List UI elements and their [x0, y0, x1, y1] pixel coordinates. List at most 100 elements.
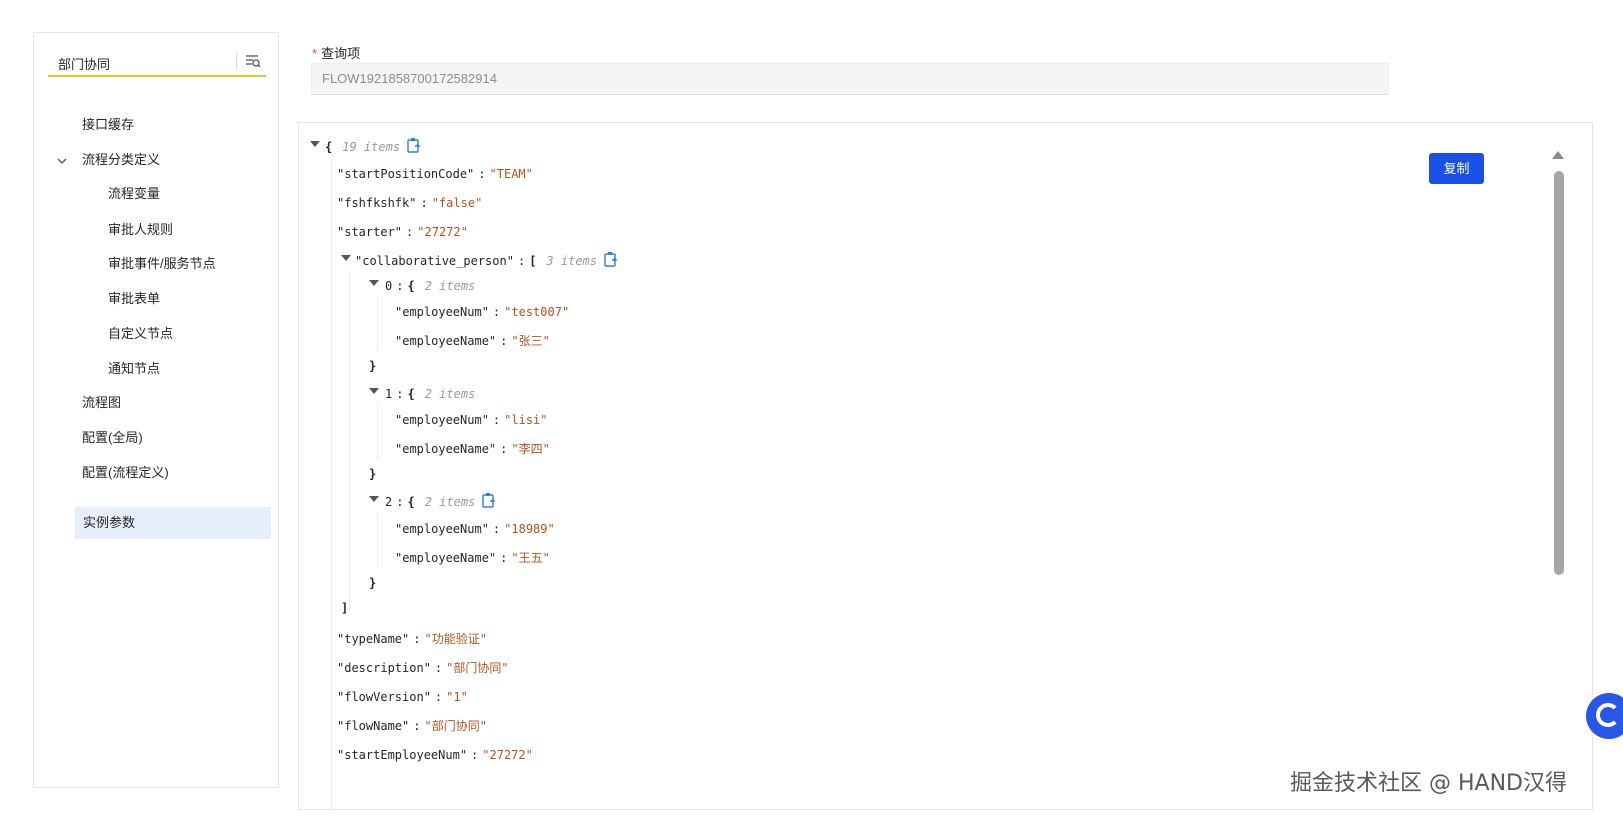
json-value: "部门协同": [424, 719, 487, 733]
sidebar-item-interface-cache[interactable]: 接口缓存: [74, 109, 272, 141]
json-row: "collaborative_person":[3 items: [355, 250, 619, 272]
brace: {: [407, 495, 415, 509]
collapse-triangle-icon[interactable]: [341, 255, 351, 261]
brace: }: [369, 467, 377, 481]
filter-list-icon[interactable]: [244, 52, 262, 70]
json-colon: :: [492, 522, 501, 536]
json-key: "flowName": [337, 719, 410, 733]
query-input[interactable]: FLOW1921858700172582914: [311, 63, 1389, 95]
sidebar-search-input[interactable]: 部门协同: [48, 47, 266, 77]
json-row: "employeeName": "张三": [395, 330, 550, 352]
json-value: "27272": [482, 748, 533, 762]
sidebar-item-flow-variables[interactable]: 流程变量: [100, 178, 272, 210]
sidebar-item-approval-form[interactable]: 审批表单: [100, 283, 272, 315]
json-value: "1": [446, 690, 468, 704]
indent-guide: [331, 159, 332, 809]
collapse-triangle-icon[interactable]: [369, 280, 379, 286]
item-count: 3 items: [546, 254, 597, 268]
sidebar-item-instance-params[interactable]: 实例参数: [75, 507, 271, 539]
json-row: "starter": "27272": [337, 221, 468, 243]
query-label-text: 查询项: [321, 46, 361, 61]
json-colon: :: [500, 551, 508, 565]
json-row: }: [369, 463, 376, 485]
json-value: "李四": [511, 442, 550, 456]
json-key: "employeeNum": [395, 522, 489, 536]
json-key: "collaborative_person": [355, 254, 514, 268]
json-colon: :: [500, 334, 508, 348]
sidebar-item-label: 实例参数: [83, 515, 136, 530]
json-colon: :: [413, 719, 421, 733]
indent-guide: [349, 271, 350, 611]
json-row: "employeeNum": "18989": [395, 518, 555, 540]
json-value: "18989": [504, 522, 555, 536]
json-key: "flowVersion": [337, 690, 431, 704]
sidebar-item-label: 自定义节点: [108, 326, 174, 341]
sidebar-item-label: 审批表单: [108, 291, 161, 306]
json-row: ]: [341, 597, 348, 619]
sidebar: 部门协同 接口缓存 流程分类定义 流程变量 审批人规则 审批事件/服务节点 审批…: [33, 32, 279, 788]
sidebar-item-flow-category[interactable]: 流程分类定义: [74, 144, 272, 176]
scroll-up-icon[interactable]: [1552, 151, 1564, 159]
collapse-triangle-icon[interactable]: [369, 388, 379, 394]
json-colon: :: [420, 196, 428, 210]
json-row: }: [369, 355, 376, 377]
sidebar-item-label: 流程分类定义: [82, 152, 161, 167]
collapse-triangle-icon[interactable]: [310, 141, 320, 147]
collapse-triangle-icon[interactable]: [369, 496, 379, 502]
sidebar-item-label: 配置(全局): [82, 430, 143, 445]
clipboard-icon[interactable]: [406, 137, 422, 153]
json-row: "flowVersion": "1": [337, 686, 468, 708]
json-colon: :: [396, 495, 404, 509]
chevron-down-icon[interactable]: [56, 155, 68, 167]
clipboard-icon[interactable]: [603, 251, 619, 267]
json-value: "27272": [417, 225, 468, 239]
sidebar-item-notify-node[interactable]: 通知节点: [100, 353, 272, 385]
sidebar-item-label: 审批人规则: [108, 222, 174, 237]
item-count: 2 items: [424, 495, 476, 509]
json-colon: :: [406, 225, 414, 239]
json-value: "lisi": [504, 413, 548, 427]
sidebar-item-custom-node[interactable]: 自定义节点: [100, 318, 272, 350]
indent-guide: [377, 404, 378, 459]
sidebar-item-label: 接口缓存: [82, 117, 135, 132]
clipboard-icon[interactable]: [481, 492, 497, 508]
json-key: "fshfkshfk": [337, 196, 417, 210]
brace: }: [369, 359, 377, 373]
sidebar-item-config-flow[interactable]: 配置(流程定义): [74, 457, 272, 489]
json-key: "employeeName": [395, 334, 497, 348]
json-row: "fshfkshfk": "false": [337, 192, 482, 214]
json-root: {19 items: [325, 136, 422, 158]
json-colon: :: [396, 387, 404, 401]
json-row: 1:{2 items: [385, 383, 475, 405]
sidebar-item-approver-rules[interactable]: 审批人规则: [100, 214, 272, 246]
json-key: "employeeName": [395, 551, 497, 565]
bracket: [: [529, 254, 537, 268]
json-row: }: [369, 572, 376, 594]
search-divider: [236, 53, 237, 69]
json-colon: :: [396, 279, 404, 293]
json-key: "typeName": [337, 632, 410, 646]
json-colon: :: [492, 305, 501, 319]
item-count: 2 items: [424, 387, 476, 401]
sidebar-item-approval-events[interactable]: 审批事件/服务节点: [100, 248, 272, 280]
sidebar-item-label: 流程图: [82, 395, 122, 410]
json-row: "employeeNum": "lisi": [395, 409, 548, 431]
json-row: 2:{2 items: [385, 491, 497, 513]
sidebar-item-label: 流程变量: [108, 186, 161, 201]
json-colon: :: [434, 661, 443, 675]
copy-button[interactable]: 复制: [1429, 153, 1484, 184]
brace: {: [407, 387, 415, 401]
sidebar-item-config-global[interactable]: 配置(全局): [74, 422, 272, 454]
required-mark: *: [312, 46, 318, 61]
indent-guide: [377, 296, 378, 351]
json-row: "employeeName": "李四": [395, 438, 550, 460]
json-row: "flowName": "部门协同": [337, 715, 487, 737]
json-value: "TEAM": [489, 167, 533, 181]
json-colon: :: [492, 413, 501, 427]
sidebar-item-flow-chart[interactable]: 流程图: [74, 387, 272, 419]
scrollbar-thumb[interactable]: [1554, 171, 1564, 575]
item-count: 19 items: [342, 140, 401, 154]
json-value: "王五": [511, 551, 550, 565]
json-key: "description": [337, 661, 431, 675]
json-key: "starter": [337, 225, 403, 239]
